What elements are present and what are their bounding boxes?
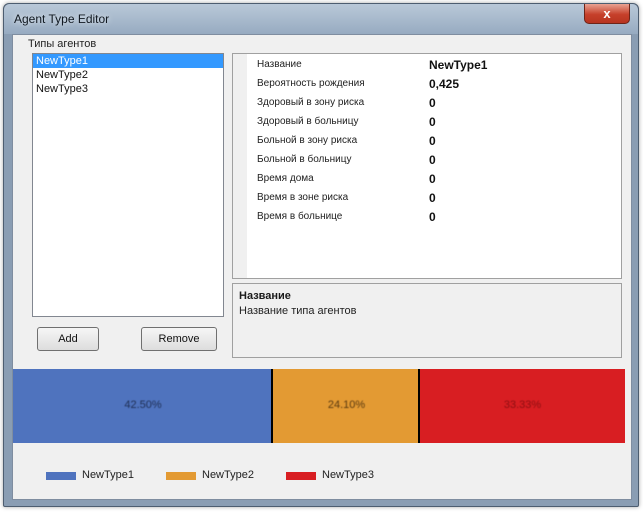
property-value[interactable]: NewType1 (429, 58, 487, 72)
property-row[interactable]: Больной в больницу 0 (247, 153, 619, 169)
window-title: Agent Type Editor (14, 12, 110, 26)
property-value[interactable]: 0 (429, 96, 436, 110)
legend-swatch (166, 472, 196, 480)
property-value[interactable]: 0 (429, 210, 436, 224)
close-button[interactable]: x (584, 4, 630, 24)
distribution-segment: 42.50% (13, 369, 273, 443)
property-row[interactable]: Вероятность рождения 0,425 (247, 77, 619, 93)
legend-label: NewType1 (82, 469, 134, 481)
property-value[interactable]: 0 (429, 172, 436, 186)
property-name: Вероятность рождения (257, 78, 365, 89)
title-bar[interactable]: Agent Type Editor x (4, 4, 638, 34)
close-icon: x (603, 6, 611, 21)
property-value[interactable]: 0 (429, 115, 436, 129)
segment-label: 42.50% (124, 399, 162, 411)
segment-label: 24.10% (327, 399, 366, 411)
add-button[interactable]: Add (37, 327, 99, 351)
property-description-panel: Название Название типа агентов (232, 283, 622, 358)
agent-type-item[interactable]: NewType3 (33, 82, 223, 96)
property-name: Время дома (257, 173, 314, 184)
property-row[interactable]: Время в зоне риска 0 (247, 191, 619, 207)
property-name: Время в больнице (257, 211, 343, 222)
agent-type-item[interactable]: NewType1 (33, 54, 223, 68)
property-value[interactable]: 0,425 (429, 77, 459, 91)
legend-label: NewType2 (202, 469, 254, 481)
property-row[interactable]: Больной в зону риска 0 (247, 134, 619, 150)
distribution-segment: 33.33% (420, 369, 625, 443)
property-row[interactable]: Время в больнице 0 (247, 210, 619, 226)
property-name: Больной в зону риска (257, 135, 358, 146)
property-row[interactable]: Здоровый в больницу 0 (247, 115, 619, 131)
legend-swatch (286, 472, 316, 480)
remove-button[interactable]: Remove (141, 327, 217, 351)
property-name: Здоровый в больницу (257, 116, 359, 127)
legend-swatch (46, 472, 76, 480)
property-name: Время в зоне риска (257, 192, 349, 203)
property-row[interactable]: Время дома 0 (247, 172, 619, 188)
property-value[interactable]: 0 (429, 134, 436, 148)
description-title: Название (239, 290, 291, 302)
agent-type-list[interactable]: NewType1 NewType2 NewType3 (32, 53, 224, 317)
property-value[interactable]: 0 (429, 153, 436, 167)
legend-label: NewType3 (322, 469, 374, 481)
property-grid[interactable]: Название NewType1 Вероятность рождения 0,42… (232, 53, 622, 279)
agent-type-item[interactable]: NewType2 (33, 68, 223, 82)
property-name: Здоровый в зону риска (257, 97, 365, 108)
type-distribution-bar: 42.50% 24.10% 33.33% (13, 369, 625, 443)
segment-label: 33.33% (503, 399, 542, 411)
property-row[interactable]: Здоровый в зону риска 0 (247, 96, 619, 112)
property-name: Больной в больницу (257, 154, 352, 165)
description-text: Название типа агентов (239, 305, 357, 317)
property-name: Название (257, 59, 302, 70)
property-value[interactable]: 0 (429, 191, 436, 205)
agent-types-label: Типы агентов (28, 38, 97, 50)
property-grid-gutter (233, 54, 247, 278)
property-row[interactable]: Название NewType1 (247, 58, 619, 74)
distribution-legend: NewType1 NewType2 NewType3 (46, 468, 606, 484)
distribution-segment: 24.10% (273, 369, 420, 443)
